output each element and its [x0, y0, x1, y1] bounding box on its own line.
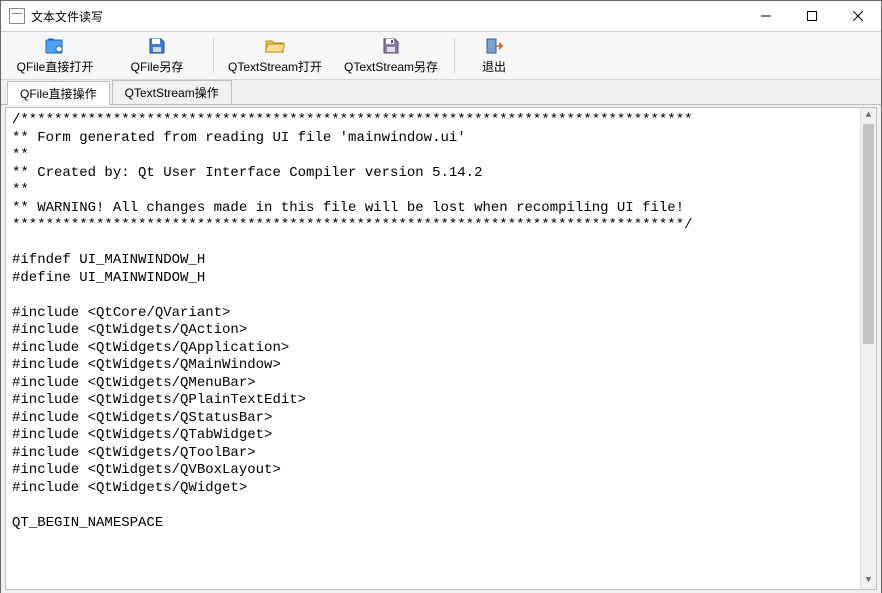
tab-bar: QFile直接操作 QTextStream操作 [1, 80, 881, 105]
app-icon [9, 8, 25, 24]
exit-icon [482, 36, 506, 56]
main-window: 文本文件读写 QFile直接打开 [0, 0, 882, 593]
qfile-save-button[interactable]: QFile另存 [107, 34, 207, 77]
toolbar-separator [454, 38, 455, 73]
maximize-button[interactable] [789, 1, 835, 31]
titlebar: 文本文件读写 [1, 1, 881, 32]
tool-label: QFile另存 [131, 58, 184, 75]
qtextstream-save-button[interactable]: QTextStream另存 [334, 34, 448, 77]
tool-label: 退出 [482, 58, 506, 75]
tab-qtextstream[interactable]: QTextStream操作 [112, 80, 232, 104]
text-editor[interactable]: /***************************************… [5, 107, 877, 590]
editor-content: /***************************************… [12, 112, 693, 531]
tool-label: QTextStream另存 [344, 58, 438, 75]
tool-label: QTextStream打开 [228, 58, 322, 75]
qtextstream-open-button[interactable]: QTextStream打开 [218, 34, 332, 77]
scroll-down-icon: ▼ [861, 573, 876, 589]
tab-qfile[interactable]: QFile直接操作 [7, 81, 110, 105]
minimize-button[interactable] [743, 1, 789, 31]
toolbar-separator [213, 38, 214, 73]
save-icon [145, 36, 169, 56]
toolbar: QFile直接打开 QFile另存 QTextStream打开 [1, 32, 881, 80]
vertical-scrollbar[interactable]: ▲ ▼ [860, 108, 876, 589]
scroll-up-icon: ▲ [861, 108, 876, 124]
window-title: 文本文件读写 [31, 8, 103, 25]
scroll-thumb[interactable] [863, 124, 874, 344]
content-area: /***************************************… [1, 105, 881, 593]
qfile-open-button[interactable]: QFile直接打开 [5, 34, 105, 77]
exit-button[interactable]: 退出 [459, 34, 529, 77]
close-button[interactable] [835, 1, 881, 31]
save-alt-icon [379, 36, 403, 56]
tab-label: QTextStream操作 [125, 86, 219, 100]
file-open-icon [43, 36, 67, 56]
tool-label: QFile直接打开 [17, 58, 94, 75]
folder-open-icon [263, 36, 287, 56]
tab-label: QFile直接操作 [20, 87, 97, 101]
